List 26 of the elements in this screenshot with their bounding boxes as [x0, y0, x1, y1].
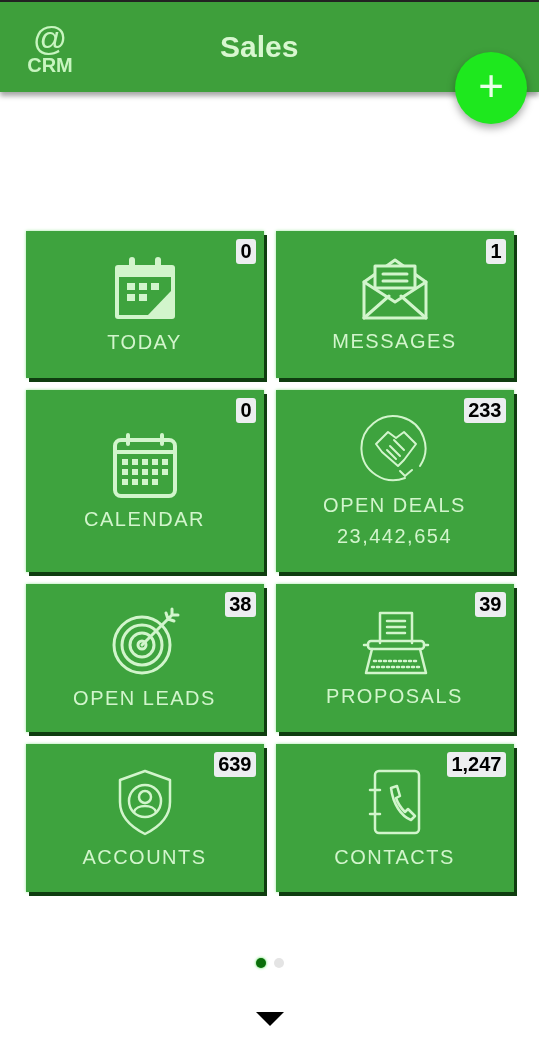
envelope-icon	[360, 256, 429, 320]
tile-label: CALENDAR	[84, 507, 205, 531]
tile-label: TODAY	[107, 331, 182, 354]
count-badge: 0	[236, 398, 256, 423]
calendar-icon	[111, 431, 178, 498]
tile-label: PROPOSALS	[326, 684, 463, 708]
count-badge: 1,247	[447, 752, 506, 777]
count-badge: 38	[225, 592, 256, 617]
tile-label: CONTACTS	[334, 845, 455, 869]
tile-label: OPEN DEALS	[323, 494, 466, 517]
count-badge: 1	[486, 239, 506, 264]
tile-value: 23,442,654	[336, 525, 453, 548]
logo-symbol: @	[32, 21, 68, 54]
tile-label: MESSAGES	[332, 330, 457, 353]
count-badge: 39	[475, 592, 506, 617]
tile-label: ACCOUNTS	[82, 845, 207, 869]
page-dot[interactable]	[273, 958, 284, 968]
count-badge: 233	[464, 398, 506, 423]
shield-user-icon	[116, 767, 173, 836]
count-badge: 639	[214, 752, 256, 777]
tile-label: OPEN LEADS	[73, 686, 216, 710]
down-arrow-icon[interactable]	[255, 1012, 284, 1026]
page-dot[interactable]	[255, 958, 266, 968]
phone-book-icon	[366, 767, 423, 836]
count-badge: 0	[236, 239, 256, 264]
page-title: Sales	[220, 30, 299, 64]
